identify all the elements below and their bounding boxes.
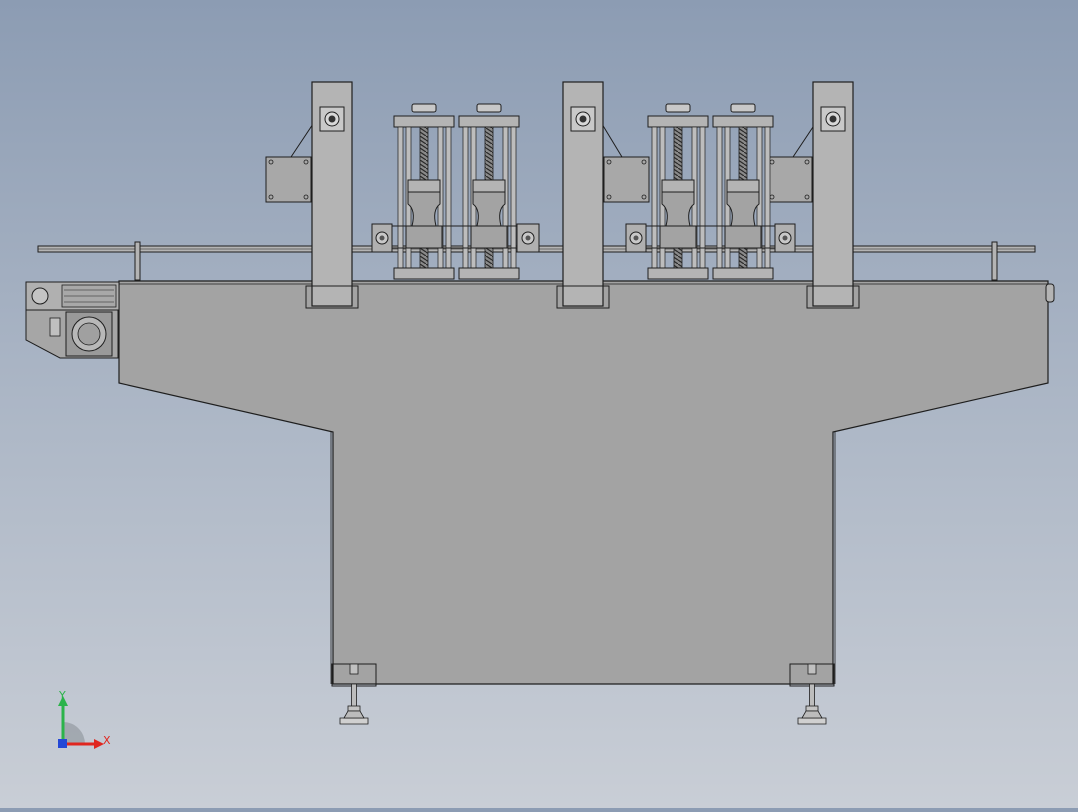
filling-head-1: [393, 103, 455, 280]
carriage-base: [470, 225, 508, 249]
foot-pad: [797, 717, 827, 725]
carriage-top: [472, 179, 506, 193]
guide-rod: [716, 126, 723, 269]
foot-nut: [349, 663, 359, 675]
filling-head-4: [712, 103, 774, 280]
bracket-center: [601, 123, 650, 203]
foot-nut: [807, 663, 817, 675]
machine-front-view: Y X: [25, 81, 1055, 749]
head-bottom-plate: [393, 267, 455, 280]
head-top-plate: [712, 115, 774, 128]
head-top-cap: [665, 103, 691, 113]
guide-rod: [764, 126, 771, 269]
z-axis-marker: [58, 739, 67, 748]
carriage-body: [407, 191, 441, 227]
machine-frame: [118, 280, 1049, 685]
bearing-hole: [328, 115, 336, 123]
carriage-body: [472, 191, 506, 227]
foot-dome: [343, 710, 365, 719]
carriage-top: [726, 179, 760, 193]
guide-rod: [445, 126, 452, 269]
coordinate-triad: Y X: [58, 689, 111, 749]
head-top-cap: [730, 103, 756, 113]
foot-pad: [339, 717, 369, 725]
head-bottom-plate: [712, 267, 774, 280]
guide-rod: [510, 126, 517, 269]
x-axis-label: X: [103, 734, 111, 747]
head-top-cap: [411, 103, 437, 113]
foot-lock-nut: [805, 705, 819, 712]
head-top-cap: [476, 103, 502, 113]
bracket-left: [265, 123, 314, 203]
drive-motor: [25, 281, 120, 359]
filling-head-2: [458, 103, 520, 280]
cad-viewport[interactable]: Y X: [0, 0, 1078, 808]
carriage-base: [405, 225, 443, 249]
head-bottom-plate: [647, 267, 709, 280]
carriage-base: [659, 225, 697, 249]
head-top-plate: [647, 115, 709, 128]
head-bottom-plate: [458, 267, 520, 280]
column-3: [806, 81, 860, 309]
guide-rod: [651, 126, 658, 269]
filling-head-3: [647, 103, 709, 280]
carriage-body: [726, 191, 760, 227]
head-top-plate: [458, 115, 520, 128]
carriage-base: [724, 225, 762, 249]
column-2: [556, 81, 610, 309]
guide-rod: [397, 126, 404, 269]
guide-rod: [699, 126, 706, 269]
head-top-plate: [393, 115, 455, 128]
foot-dome: [801, 710, 823, 719]
carriage-body: [661, 191, 695, 227]
guide-rod: [462, 126, 469, 269]
bearing-hole: [579, 115, 587, 123]
bracket-right: [766, 123, 816, 203]
carriage-top: [407, 179, 441, 193]
carriage-top: [661, 179, 695, 193]
y-axis-label: Y: [58, 689, 66, 702]
column-1: [305, 81, 359, 309]
foot-lock-nut: [347, 705, 361, 712]
bearing-hole: [829, 115, 837, 123]
